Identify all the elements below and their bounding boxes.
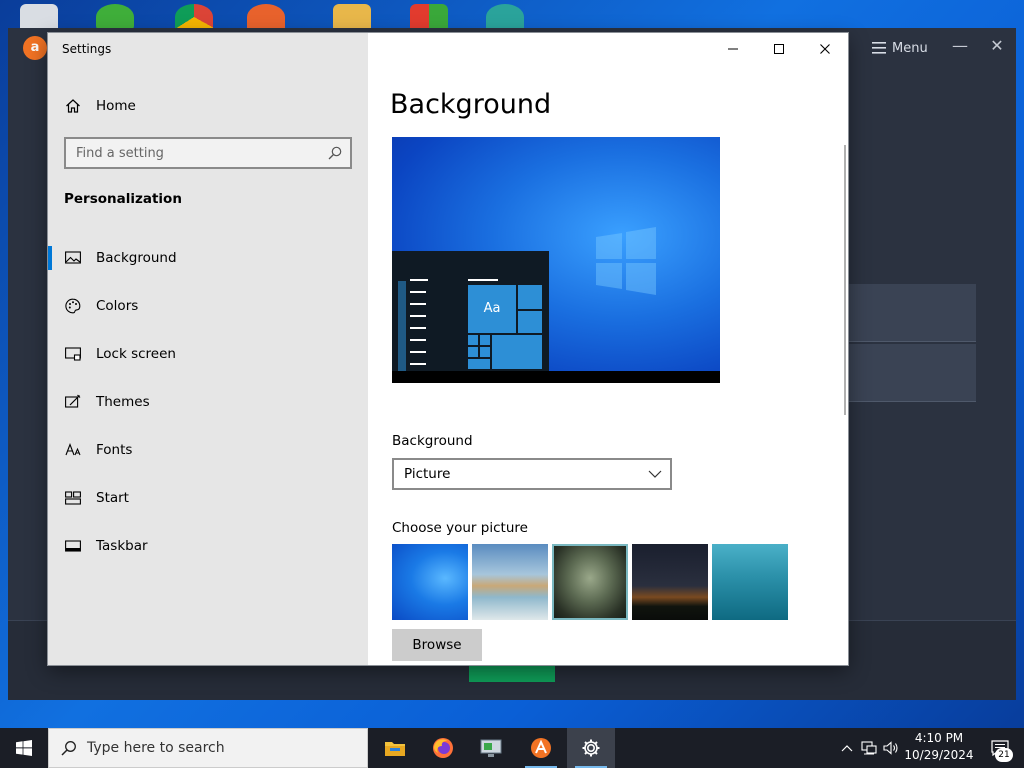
sidebar-item-lock-screen[interactable]: Lock screen [48,330,368,378]
picture-thumbnail-face[interactable] [552,544,628,620]
palette-icon [65,298,81,314]
picture-thumbnail-night-sky[interactable] [632,544,708,620]
picture-thumbnail-windows[interactable] [392,544,468,620]
gear-icon [582,739,600,757]
avast-icon [531,738,551,758]
fonts-icon [65,442,81,458]
shield-app-icon[interactable] [410,4,448,30]
background-dropdown-label: Background [392,433,473,449]
lock-screen-icon [65,346,81,362]
windows-logo-icon [16,740,32,756]
search-icon[interactable] [320,139,350,167]
page-title: Background [390,89,552,120]
avast-logo-icon: a [23,36,47,60]
taskbar-system-app[interactable] [467,728,515,768]
notification-center-button[interactable]: 21 [980,728,1020,768]
chrome-icon[interactable] [175,4,213,30]
taskbar-firefox[interactable] [419,728,467,768]
monitor-app-icon [480,739,502,757]
sidebar-item-label: Taskbar [96,538,148,554]
background-preview: Aa [392,137,720,383]
sidebar-item-label: Colors [96,298,139,314]
sidebar-item-themes[interactable]: Themes [48,378,368,426]
background-app-minimize-button[interactable]: — [950,36,970,56]
network-icon[interactable] [858,741,880,755]
sidebar-item-label: Fonts [96,442,133,458]
scrollbar[interactable] [844,145,846,415]
background-app-panel [848,284,976,342]
find-setting-input[interactable] [66,145,320,161]
taskbar-file-explorer[interactable] [371,728,419,768]
folder-icon [385,742,405,756]
start-icon [65,490,81,506]
sidebar-item-label: Background [96,250,177,266]
media-player-icon[interactable] [247,4,285,30]
clock-time: 4:10 PM [914,731,964,745]
picture-thumbnails [392,544,788,620]
picture-thumbnail-underwater[interactable] [712,544,788,620]
sidebar-item-background[interactable]: Background [48,234,368,282]
windows-logo-icon [596,227,656,295]
main-content: Background Aa Background Picture Choose … [368,33,848,665]
volume-icon[interactable] [880,741,902,755]
find-setting-search[interactable] [64,137,352,169]
home-icon [65,98,81,114]
document-app-icon[interactable] [333,4,371,30]
start-button[interactable] [0,728,48,768]
browse-button[interactable]: Browse [392,629,482,661]
sidebar-item-fonts[interactable]: Fonts [48,426,368,474]
clock-date: 10/29/2024 [904,748,974,762]
sidebar-item-taskbar[interactable]: Taskbar [48,522,368,570]
taskbar-settings[interactable] [567,728,615,768]
taskbar-avast[interactable] [517,728,565,768]
background-app-menu-button[interactable]: Menu [872,38,928,58]
users-icon[interactable] [96,4,134,30]
taskbar: Type here to search 4:10 PM 10/29/2024 2… [0,728,1024,768]
themes-icon [65,394,81,410]
choose-picture-label: Choose your picture [392,520,528,536]
background-type-value: Picture [404,466,451,482]
picture-thumbnail-beach[interactable] [472,544,548,620]
sidebar-item-start[interactable]: Start [48,474,368,522]
taskbar-clock[interactable]: 4:10 PM 10/29/2024 [902,730,976,766]
taskbar-search-box[interactable]: Type here to search [48,728,368,768]
sidebar-item-colors[interactable]: Colors [48,282,368,330]
settings-window: Settings Home Personalization Background [48,33,848,665]
chevron-up-icon[interactable] [836,744,858,752]
background-app-close-button[interactable]: ✕ [987,36,1007,56]
system-tray [836,728,902,768]
background-type-dropdown[interactable]: Picture [392,458,672,490]
home-label: Home [96,98,136,114]
preview-taskbar [392,371,720,383]
preview-tile: Aa [468,285,516,333]
window-title: Settings [62,42,112,56]
sidebar-item-label: Start [96,490,129,506]
notification-count-badge: 21 [995,748,1013,762]
background-app-panel [848,344,976,402]
section-title: Personalization [64,191,182,207]
taskbar-icon [65,538,81,554]
search-icon [61,741,76,756]
firefox-icon [433,738,453,758]
chevron-down-icon [648,470,662,478]
sidebar: Settings Home Personalization Background [48,33,368,665]
home-button[interactable]: Home [48,89,368,123]
sidebar-item-label: Lock screen [96,346,176,362]
game-app-icon[interactable] [486,4,524,30]
recycle-bin-icon[interactable] [20,4,58,30]
picture-icon [65,250,81,266]
taskbar-search-placeholder: Type here to search [87,740,225,756]
background-app-menu-label: Menu [892,40,928,56]
nav-list: Background Colors Lock screen Themes Fon… [48,234,368,570]
sidebar-item-label: Themes [96,394,150,410]
hamburger-icon [872,42,886,54]
